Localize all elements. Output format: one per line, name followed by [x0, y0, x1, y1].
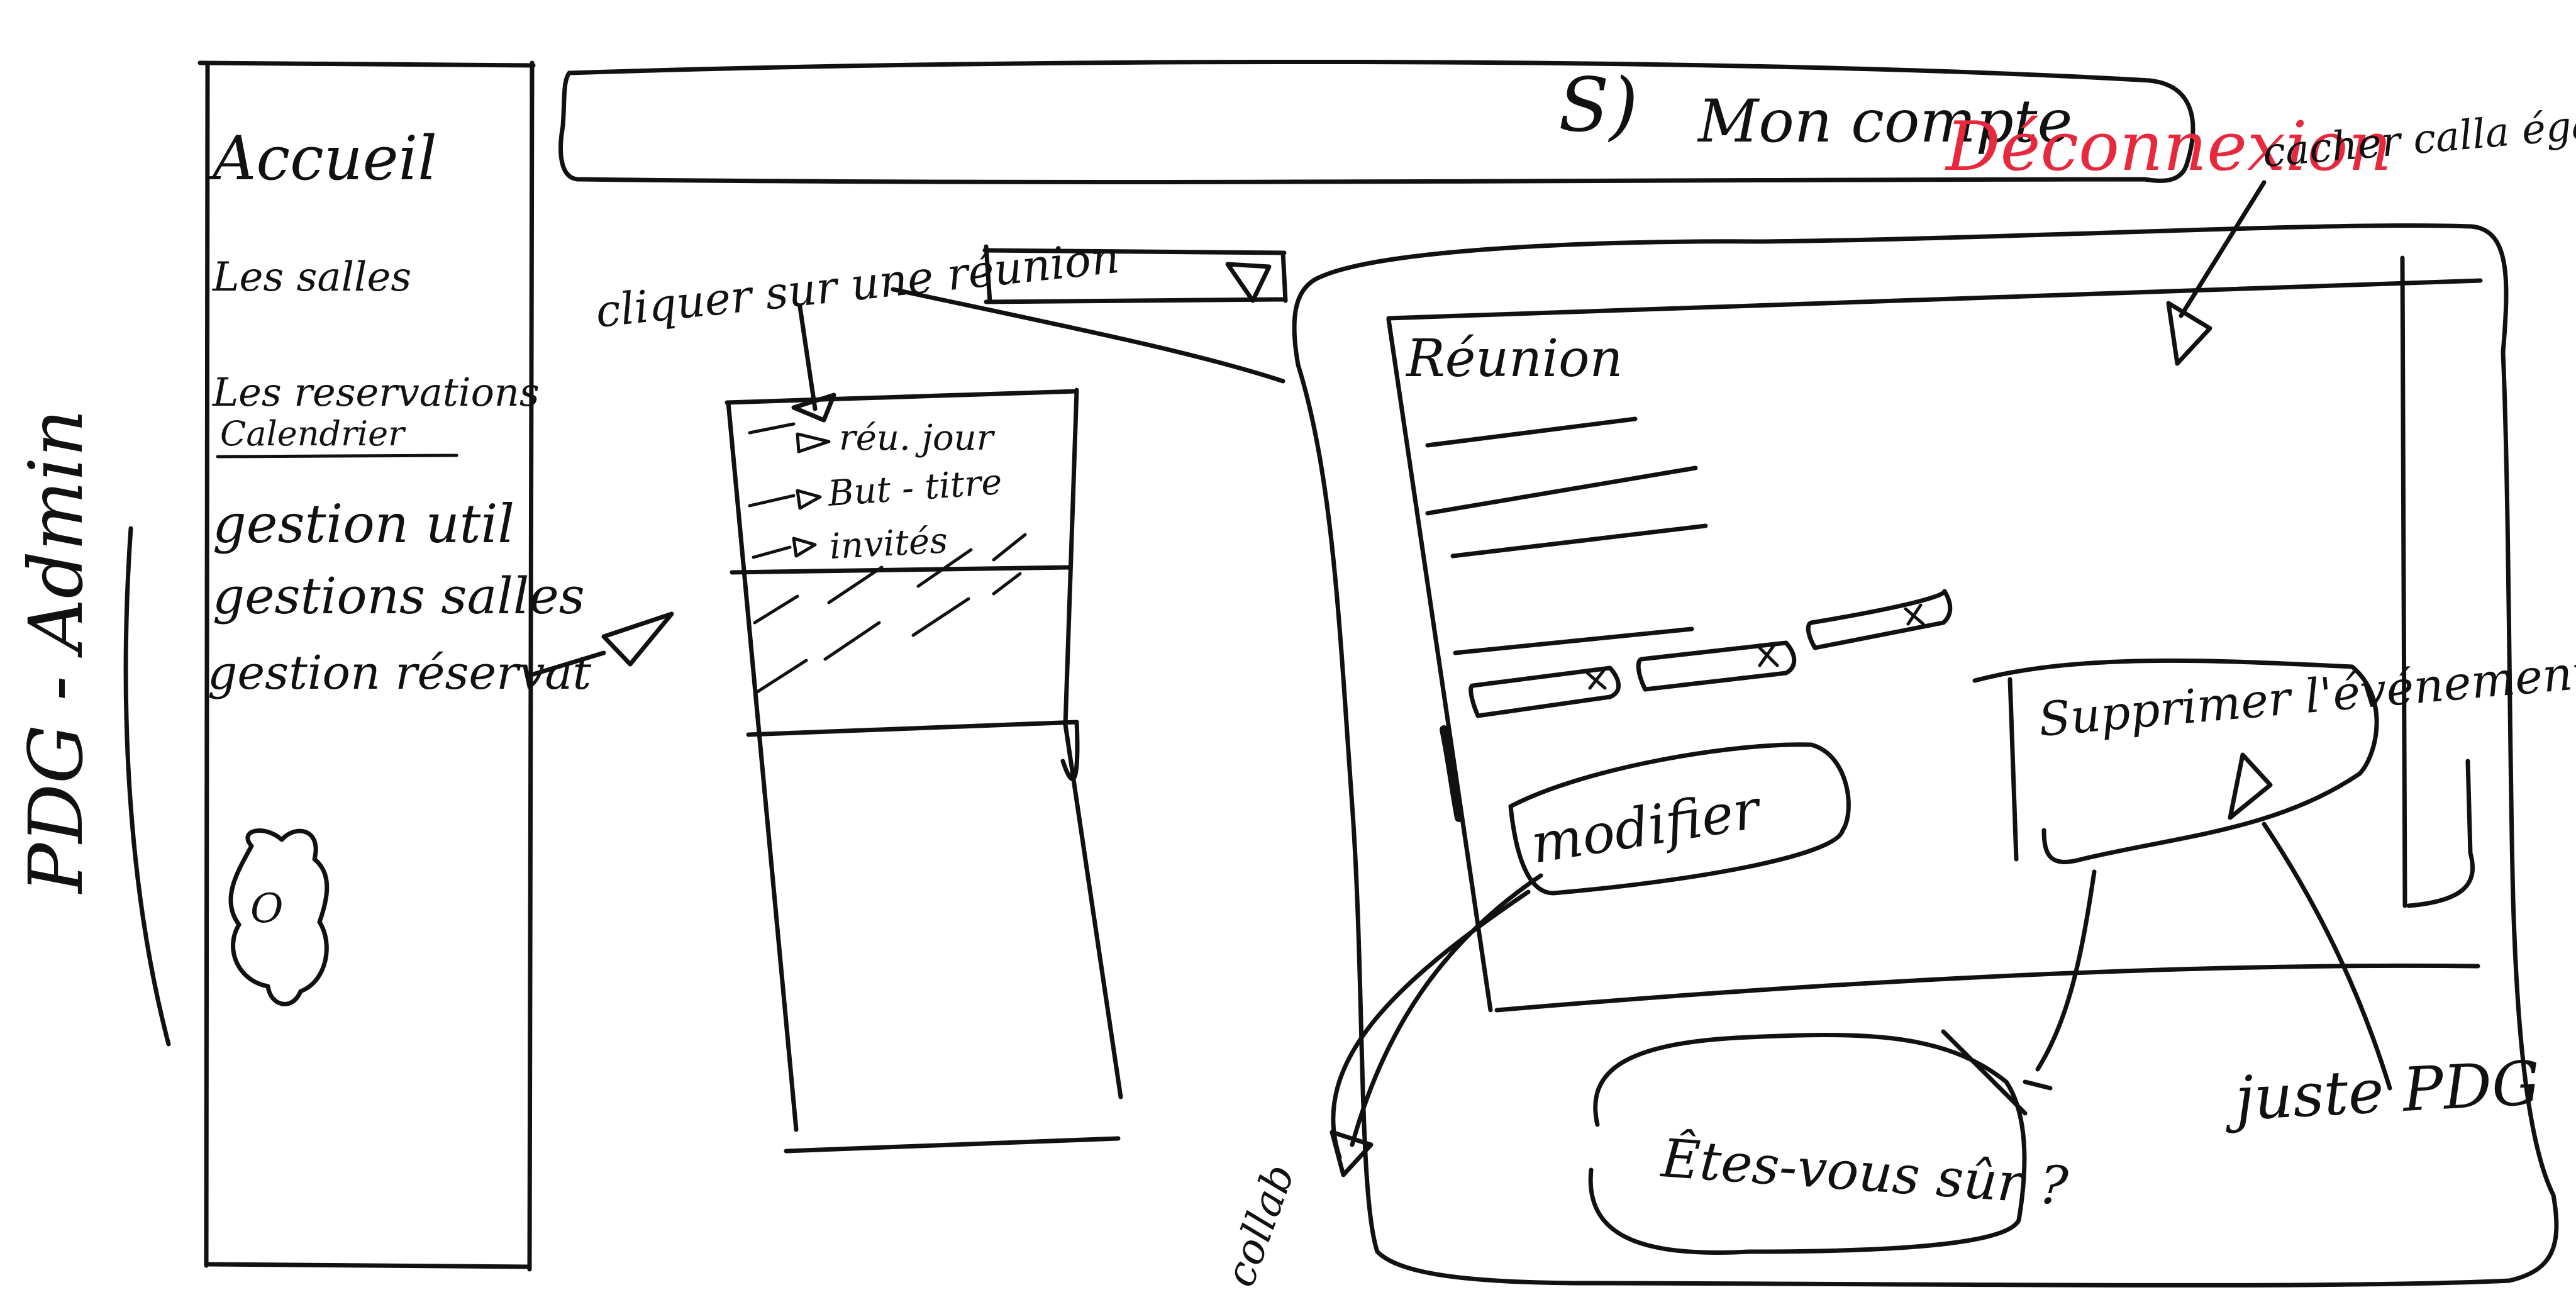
wireframe-sketch: Accueil Les salles Les reservations Cale… — [13, 59, 2576, 1293]
field-line — [1425, 416, 1638, 448]
list-item[interactable]: But - titre — [748, 462, 1003, 515]
annotation-collab: collab — [1216, 1130, 1374, 1293]
play-icon — [796, 432, 831, 453]
close-icon[interactable] — [1757, 642, 1779, 667]
sidebar-item-accueil[interactable]: Accueil — [208, 123, 437, 194]
modify-button-label: modifier — [1527, 777, 1767, 876]
list-item[interactable]: réu. jour — [748, 418, 996, 459]
delete-event-button[interactable]: Supprimer l'événement — [1972, 645, 2576, 864]
header-bar: S) Mon compte Déconnexion — [558, 59, 2392, 186]
sidebar: Accueil Les salles Les reservations Cale… — [197, 60, 592, 1272]
confirm-text: Êtes-vous sûr ? — [1658, 1127, 2071, 1217]
list-item-label: réu. jour — [839, 418, 996, 459]
list-item-label: invités — [828, 520, 948, 567]
logo[interactable]: S) — [1558, 62, 1638, 148]
play-icon — [601, 611, 674, 667]
attendee-chip[interactable] — [1806, 589, 1953, 650]
list-item[interactable]: invités — [752, 520, 948, 567]
annotation-collab-text: collab — [1216, 1158, 1304, 1293]
calendrier-underline — [216, 453, 458, 459]
field-line — [1425, 465, 1698, 516]
cursor-icon — [2228, 752, 2273, 820]
field-line — [1453, 626, 1694, 655]
close-icon[interactable] — [1904, 603, 1925, 626]
sidebar-item-gestion-util[interactable]: gestion util — [213, 493, 514, 555]
annotation-close-modal-text: cacher calla également — [2261, 89, 2576, 176]
chevron-down-icon[interactable] — [1225, 262, 1272, 303]
field-line — [1450, 523, 1708, 559]
annotation-just-ceo: juste PDG — [2222, 1048, 2541, 1135]
sidebar-item-calendrier[interactable]: Calendrier — [220, 414, 406, 453]
list-item-label: But - titre — [826, 462, 1003, 515]
sidebar-item-reservations[interactable]: Les reservations — [212, 369, 540, 415]
confirm-dialog: Êtes-vous sûr ? — [1588, 1029, 2071, 1255]
connector-line — [2262, 821, 2392, 1091]
modify-button[interactable]: modifier — [1508, 742, 1851, 896]
play-icon — [792, 537, 817, 558]
sidebar-item-salles[interactable]: Les salles — [212, 254, 411, 301]
role-label: PDG - Admin — [13, 409, 99, 894]
close-icon[interactable] — [1585, 669, 1607, 690]
avatar[interactable]: O — [228, 828, 330, 1006]
attendee-chip[interactable] — [1636, 640, 1797, 692]
play-icon — [796, 489, 822, 510]
meeting-list: réu. jour But - titre invités — [724, 387, 1123, 1154]
role-bracket — [123, 526, 171, 1047]
modal-title: Réunion — [1405, 329, 1623, 389]
attendee-chip[interactable] — [1468, 665, 1621, 718]
avatar-symbol: O — [250, 886, 283, 932]
sidebar-item-gestion-salles[interactable]: gestions salles — [213, 567, 585, 625]
